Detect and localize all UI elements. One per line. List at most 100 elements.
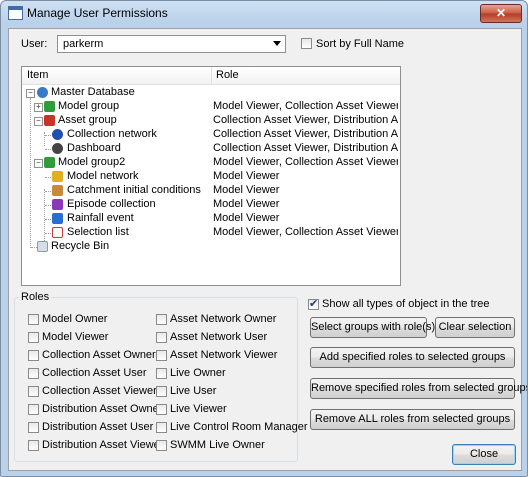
- role-label: Distribution Asset Viewer: [42, 439, 164, 451]
- show-all-types-label: Show all types of object in the tree: [322, 298, 490, 310]
- role-checkbox[interactable]: [28, 422, 39, 433]
- window-title: Manage User Permissions: [27, 6, 168, 20]
- role-checkbox[interactable]: [28, 404, 39, 415]
- role-checkbox[interactable]: [156, 404, 167, 415]
- collapse-toggle[interactable]: −: [26, 89, 35, 98]
- role-label: Live Viewer: [170, 403, 227, 415]
- tree-item-name: Dashboard: [67, 142, 121, 154]
- user-select-value: parkerm: [63, 38, 104, 50]
- expand-toggle[interactable]: +: [34, 103, 43, 112]
- tree-item-role: Collection Asset Viewer, Distribution As…: [213, 114, 398, 126]
- role-checkbox[interactable]: [28, 440, 39, 451]
- collapse-toggle[interactable]: −: [34, 159, 43, 168]
- column-divider[interactable]: [211, 67, 212, 84]
- window-close-button[interactable]: ✕: [480, 4, 522, 23]
- chevron-down-icon: [273, 41, 281, 46]
- tree-item-role: Collection Asset Viewer, Distribution As…: [213, 142, 398, 154]
- tree-row[interactable]: − Model group2 Model Viewer, Collection …: [22, 156, 400, 170]
- role-label: Collection Asset Owner: [42, 349, 156, 361]
- tree-item-role: Model Viewer: [213, 212, 280, 224]
- rainfall-event-icon: [52, 213, 63, 224]
- tree-item-name: Model network: [67, 170, 139, 182]
- episode-collection-icon: [52, 199, 63, 210]
- model-network-icon: [52, 171, 63, 182]
- show-all-types-checkbox[interactable]: [308, 297, 319, 310]
- tree-item-name: Episode collection: [67, 198, 156, 210]
- tree-row[interactable]: Recycle Bin: [22, 240, 400, 254]
- remove-all-roles-button[interactable]: Remove ALL roles from selected groups: [310, 409, 515, 430]
- role-label: Live Owner: [170, 367, 226, 379]
- collapse-toggle[interactable]: −: [34, 117, 43, 126]
- sort-by-full-name-label: Sort by Full Name: [316, 38, 405, 50]
- window-icon: [8, 6, 23, 20]
- tree-row[interactable]: Episode collection Model Viewer: [22, 198, 400, 212]
- tree-row[interactable]: Catchment initial conditions Model Viewe…: [22, 184, 400, 198]
- tree-row[interactable]: Model network Model Viewer: [22, 170, 400, 184]
- role-checkbox[interactable]: [28, 332, 39, 343]
- sort-by-full-name-checkbox[interactable]: [301, 38, 312, 49]
- select-groups-with-roles-button[interactable]: Select groups with role(s): [310, 317, 435, 338]
- clear-selection-button[interactable]: Clear selection: [435, 317, 515, 338]
- title-bar[interactable]: Manage User Permissions ✕: [1, 1, 527, 26]
- permissions-tree[interactable]: Item Role − Master Database + Model grou…: [21, 66, 401, 286]
- database-icon: [37, 87, 48, 98]
- column-header-role[interactable]: Role: [216, 69, 239, 81]
- tree-row[interactable]: Dashboard Collection Asset Viewer, Distr…: [22, 142, 400, 156]
- role-label: Asset Network User: [170, 331, 268, 343]
- role-label: SWMM Live Owner: [170, 439, 265, 451]
- tree-item-role: Collection Asset Viewer, Distribution As…: [213, 128, 398, 140]
- dialog-client-area: User: parkerm Sort by Full Name Item Rol…: [8, 28, 527, 471]
- tree-item-name: Recycle Bin: [51, 240, 110, 252]
- role-checkbox[interactable]: [28, 368, 39, 379]
- tree-item-name: Model group2: [58, 156, 126, 168]
- close-button[interactable]: Close: [452, 444, 516, 465]
- role-checkbox[interactable]: [156, 314, 167, 325]
- column-header-item[interactable]: Item: [27, 69, 48, 81]
- tree-item-role: Model Viewer: [213, 184, 280, 196]
- tree-connector: [45, 149, 51, 150]
- tree-row[interactable]: Selection list Model Viewer, Collection …: [22, 226, 400, 240]
- tree-row[interactable]: − Asset group Collection Asset Viewer, D…: [22, 114, 400, 128]
- tree-item-name: Collection network: [67, 128, 157, 140]
- tree-connector: [45, 205, 51, 206]
- role-checkbox[interactable]: [156, 350, 167, 361]
- role-label: Collection Asset User: [42, 367, 147, 379]
- tree-item-role: Model Viewer, Collection Asset Viewer, D…: [213, 226, 398, 238]
- manage-user-permissions-window: Manage User Permissions ✕ User: parkerm …: [0, 0, 528, 477]
- selection-list-icon: [52, 227, 63, 238]
- tree-connector: [45, 233, 51, 234]
- role-checkbox[interactable]: [28, 350, 39, 361]
- role-checkbox[interactable]: [28, 386, 39, 397]
- role-checkbox[interactable]: [156, 386, 167, 397]
- tree-row[interactable]: Collection network Collection Asset View…: [22, 128, 400, 142]
- tree-header: Item Role: [22, 67, 400, 85]
- tree-connector: [45, 135, 51, 136]
- tree-row[interactable]: + Model group Model Viewer, Collection A…: [22, 100, 400, 114]
- tree-item-name: Selection list: [67, 226, 129, 238]
- tree-item-name: Catchment initial conditions: [67, 184, 201, 196]
- model-group-icon: [44, 157, 55, 168]
- role-checkbox[interactable]: [156, 422, 167, 433]
- tree-item-name: Rainfall event: [67, 212, 134, 224]
- role-label: Live User: [170, 385, 217, 397]
- role-checkbox[interactable]: [156, 368, 167, 379]
- role-label: Live Control Room Manager: [170, 421, 308, 433]
- tree-connector: [45, 191, 51, 192]
- role-checkbox[interactable]: [156, 440, 167, 451]
- role-label: Model Owner: [42, 313, 108, 325]
- add-roles-button[interactable]: Add specified roles to selected groups: [310, 347, 515, 368]
- tree-connector: [45, 219, 51, 220]
- remove-roles-button[interactable]: Remove specified roles from selected gro…: [310, 378, 527, 399]
- role-checkbox[interactable]: [28, 314, 39, 325]
- recycle-bin-icon: [37, 241, 48, 252]
- user-select[interactable]: parkerm: [57, 35, 286, 53]
- roles-title: Roles: [19, 291, 52, 303]
- tree-row[interactable]: − Master Database: [22, 86, 400, 100]
- tree-item-name: Asset group: [58, 114, 117, 126]
- role-checkbox[interactable]: [156, 332, 167, 343]
- role-label: Asset Network Viewer: [170, 349, 278, 361]
- tree-item-name: Model group: [58, 100, 120, 112]
- tree-row[interactable]: Rainfall event Model Viewer: [22, 212, 400, 226]
- role-label: Asset Network Owner: [170, 313, 277, 325]
- model-group-icon: [44, 101, 55, 112]
